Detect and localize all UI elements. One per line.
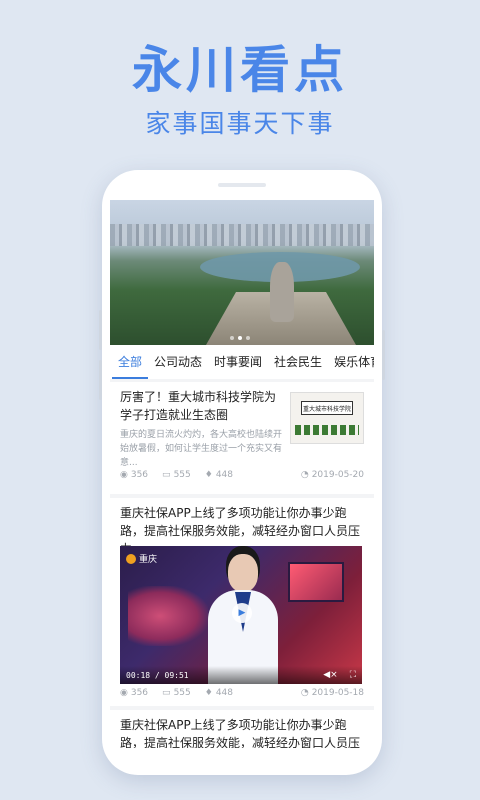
tab-company-news[interactable]: 公司动态 <box>154 345 202 379</box>
view-count-value: 356 <box>130 470 149 480</box>
tab-current-affairs[interactable]: 时事要闻 <box>214 345 262 379</box>
carousel-dot-active[interactable] <box>238 336 242 340</box>
news-snippet: 重庆的夏日流火灼灼，各大高校也陆续开始放暑假，如何让学生度过一个充实又有意... <box>120 430 283 468</box>
phone-frame: 全部 公司动态 时事要闻 社会民生 娱乐体育 厉害了！重大城市科技学院为学子打造… <box>99 170 385 775</box>
phone-side-button <box>99 310 102 350</box>
comment-count-value: 555 <box>173 470 191 480</box>
comment-count-value: 555 <box>173 688 191 698</box>
video-news-card[interactable]: 重庆社保APP上线了多项功能让你办事少跑路，提高社保服务效能，减轻经办窗口人员压… <box>110 498 374 706</box>
thumbs-up-icon: ♦ <box>204 470 213 480</box>
clock-icon: ◔ <box>300 688 309 698</box>
mute-icon[interactable]: ◀× <box>323 670 337 680</box>
phone-side-button <box>99 360 102 400</box>
view-count-value: 356 <box>130 688 149 698</box>
banner-city-skyline <box>110 224 374 246</box>
news-title: 重庆社保APP上线了多项功能让你办事少跑路，提高社保服务效能，减轻经办窗口人员压… <box>120 718 361 748</box>
tab-entertainment-sports[interactable]: 娱乐体育 <box>334 345 374 379</box>
promo-tagline: 家事国事天下事 <box>145 109 335 138</box>
news-meta: ◉ 356 ▭ 555 ♦ 448 ◔ 2019-05-20 <box>120 470 364 480</box>
anchor-head <box>228 554 258 592</box>
news-thumbnail: 重大城市科技学院 <box>290 392 364 444</box>
carousel-dots <box>230 336 250 340</box>
channel-logo-icon <box>126 553 136 564</box>
phone-power-button <box>382 330 385 380</box>
app-screen: 全部 公司动态 时事要闻 社会民生 娱乐体育 厉害了！重大城市科技学院为学子打造… <box>110 200 374 748</box>
news-meta: ◉ 356 ▭ 555 ♦ 448 ◔ 2019-05-18 <box>120 688 364 698</box>
fullscreen-icon[interactable]: ⛶ <box>350 670 356 680</box>
comment-icon: ▭ <box>162 688 171 698</box>
tab-society[interactable]: 社会民生 <box>274 345 322 379</box>
clock-icon: ◔ <box>300 470 309 480</box>
video-controls: 00:18 / 09:51 ◀× ⛶ <box>120 666 362 684</box>
eye-icon: ◉ <box>120 470 128 480</box>
like-count[interactable]: ♦ 448 <box>205 470 233 480</box>
publish-date-value: 2019-05-18 <box>311 688 364 698</box>
channel-logo: 重庆 <box>126 552 157 565</box>
news-card[interactable]: 重庆社保APP上线了多项功能让你办事少跑路，提高社保服务效能，减轻经办窗口人员压… <box>110 710 374 748</box>
promo-headline: 永川看点 <box>132 41 348 99</box>
video-time: 00:18 / 09:51 <box>126 670 189 680</box>
thumbs-up-icon: ♦ <box>204 688 213 698</box>
phone-speaker <box>218 183 266 187</box>
publish-date: ◔ 2019-05-18 <box>301 688 364 698</box>
news-title: 厉害了！重大城市科技学院为学子打造就业生态圈 <box>120 390 277 422</box>
publish-date-value: 2019-05-20 <box>311 470 364 480</box>
banner-carousel[interactable] <box>110 200 374 345</box>
like-count-value: 448 <box>215 470 234 480</box>
studio-screen <box>288 562 344 602</box>
play-icon[interactable]: ▶ <box>232 603 252 623</box>
view-count: ◉ 356 <box>120 688 148 698</box>
eye-icon: ◉ <box>120 688 128 698</box>
tab-all[interactable]: 全部 <box>111 345 149 379</box>
comment-count[interactable]: ▭ 555 <box>162 470 191 480</box>
carousel-dot[interactable] <box>230 336 234 340</box>
video-player[interactable]: 重庆 ▶ 00:18 / 09:51 ◀× ⛶ <box>120 546 362 684</box>
like-count-value: 448 <box>215 688 234 698</box>
video-world-map <box>128 586 208 646</box>
thumbnail-plants <box>295 425 359 435</box>
news-card[interactable]: 厉害了！重大城市科技学院为学子打造就业生态圈 重庆的夏日流火灼灼，各大高校也陆续… <box>110 382 374 494</box>
comment-icon: ▭ <box>162 470 171 480</box>
category-tabs: 全部 公司动态 时事要闻 社会民生 娱乐体育 <box>110 345 374 379</box>
carousel-dot[interactable] <box>246 336 250 340</box>
channel-logo-text: 重庆 <box>139 555 158 565</box>
like-count[interactable]: ♦ 448 <box>205 688 233 698</box>
banner-statue <box>270 262 294 322</box>
publish-date: ◔ 2019-05-20 <box>301 470 364 480</box>
thumbnail-sign: 重大城市科技学院 <box>301 401 353 415</box>
comment-count[interactable]: ▭ 555 <box>162 688 191 698</box>
view-count: ◉ 356 <box>120 470 148 480</box>
